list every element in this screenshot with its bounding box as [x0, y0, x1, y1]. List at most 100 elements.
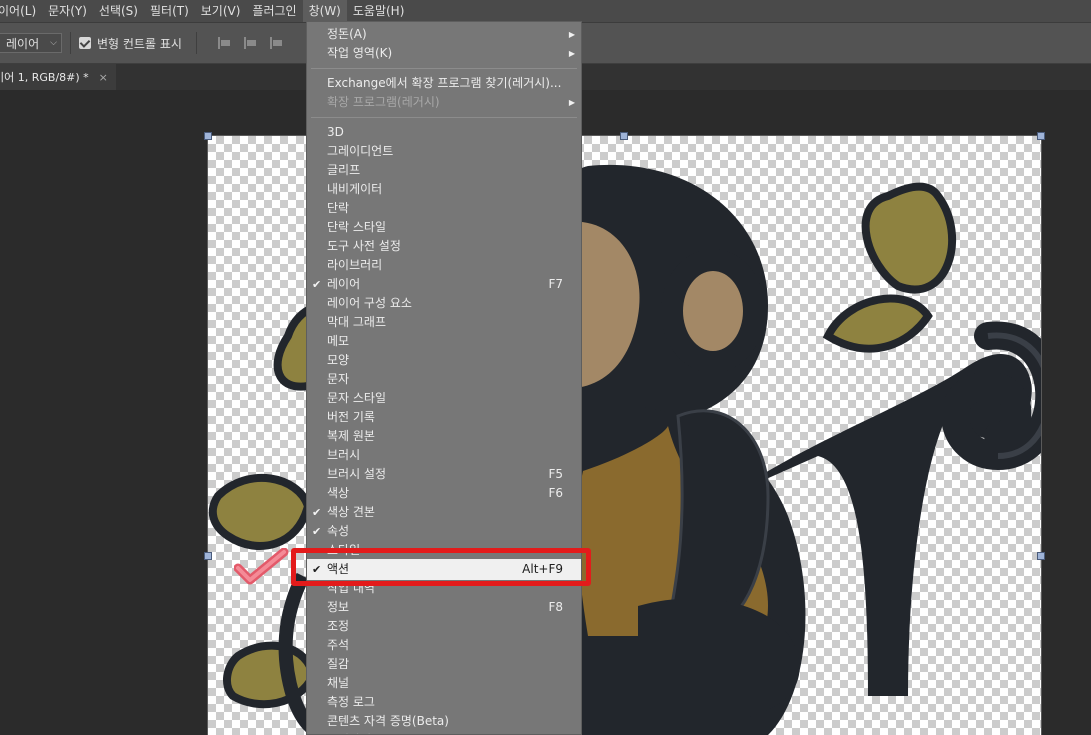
menu-item[interactable]: 색상 F6 [307, 484, 581, 503]
transform-controls-checkbox[interactable] [79, 37, 91, 49]
menu-item-label: 작업 영역(K) [327, 46, 393, 60]
menu-item[interactable]: 문자 [307, 370, 581, 389]
menu-item-label: 내비게이터 [327, 182, 383, 196]
menu-item: 확장 프로그램(레거시) ▶ [307, 93, 581, 112]
menu-item-label: 색상 견본 [327, 505, 375, 519]
menu-item-label: 복제 원본 [327, 429, 375, 443]
menu-item-label: 모양 [327, 353, 350, 367]
checkmark-icon: ✔ [312, 506, 322, 519]
menu-item-label: 문자 [327, 372, 350, 386]
menu-item[interactable]: 주석 [307, 636, 581, 655]
menu-plugins[interactable]: 플러그인 [246, 0, 302, 22]
menu-item[interactable]: ✔ 속성 [307, 522, 581, 541]
menu-item-shortcut: F6 [548, 486, 563, 500]
menu-item[interactable]: 브러시 설정 F5 [307, 465, 581, 484]
menu-item[interactable]: 복제 원본 [307, 427, 581, 446]
submenu-arrow-icon: ▶ [568, 30, 575, 39]
align-left-icon[interactable] [217, 36, 231, 50]
menu-item-label: 확장 프로그램(레거시) [327, 95, 440, 109]
menu-item-label: 레이어 구성 요소 [327, 296, 412, 310]
menu-item-label: 버전 기록 [327, 410, 375, 424]
menu-item[interactable]: 측정 로그 [307, 693, 581, 712]
leaf [822, 294, 933, 353]
submenu-arrow-icon: ▶ [568, 49, 575, 58]
transform-handle[interactable] [204, 132, 212, 140]
document-tab[interactable]: 이어 1, RGB/8#) * × [0, 64, 116, 90]
menu-item-label: 막대 그래프 [327, 315, 387, 329]
menu-item[interactable]: 정돈(A) ▶ [307, 25, 581, 44]
menu-item-label: 단락 [327, 201, 350, 215]
menu-item-label: 조정 [327, 619, 350, 633]
menu-item[interactable]: 모양 [307, 351, 581, 370]
menu-help[interactable]: 도움말(H) [347, 0, 411, 22]
menu-filter[interactable]: 필터(T) [144, 0, 195, 22]
menu-item[interactable]: 레이어 구성 요소 [307, 294, 581, 313]
menu-item[interactable]: 단락 스타일 [307, 218, 581, 237]
menu-item[interactable]: 라이브러리 [307, 256, 581, 275]
menu-item[interactable]: 콘텐츠 자격 증명(Beta) [307, 712, 581, 731]
checkmark-icon: ✔ [312, 525, 322, 538]
menu-window[interactable]: 창(W) [302, 0, 347, 22]
menu-item-label: 라이브러리 [327, 258, 383, 272]
menu-item[interactable]: 메모 [307, 332, 581, 351]
window-menu-dropdown: 정돈(A) ▶ 작업 영역(K) ▶ Exchange에서 확장 프로그램 찾기(레거시… [306, 21, 582, 735]
close-icon[interactable]: × [99, 71, 108, 84]
menu-type[interactable]: 문자(Y) [42, 0, 93, 22]
menu-item[interactable]: 채널 [307, 674, 581, 693]
transform-controls-label: 변형 컨트롤 표시 [97, 36, 182, 51]
menu-item-label: 브러시 [327, 448, 361, 462]
menu-item[interactable]: 조정 [307, 617, 581, 636]
menu-item[interactable]: 브러시 [307, 446, 581, 465]
menu-item-label: 콘텐츠 자격 증명(Beta) [327, 714, 449, 728]
align-center-icon[interactable] [243, 36, 257, 50]
menu-item-label: 질감 [327, 657, 350, 671]
align-right-icon[interactable] [269, 36, 283, 50]
menu-item-label: 레이어 [327, 277, 361, 291]
menu-view[interactable]: 보기(V) [195, 0, 247, 22]
menu-item-label: 도구 사전 설정 [327, 239, 401, 253]
menu-item-label: 브러시 설정 [327, 467, 387, 481]
check-annotation-icon [234, 548, 289, 585]
divider [70, 32, 71, 54]
menu-item[interactable]: 그레이디언트 [307, 142, 581, 161]
menu-item-shortcut: F5 [548, 467, 563, 481]
transform-handle[interactable] [204, 552, 212, 560]
menu-item-label: 3D [327, 125, 344, 139]
menu-item[interactable]: 질감 [307, 655, 581, 674]
transform-handle[interactable] [620, 132, 628, 140]
transform-handle[interactable] [1037, 132, 1045, 140]
chevron-down-icon: ⌵ [50, 38, 57, 48]
menu-separator [311, 117, 577, 118]
menu-item[interactable]: 작업 영역(K) ▶ [307, 44, 581, 63]
menu-item-shortcut: F8 [548, 600, 563, 614]
menu-item[interactable]: 막대 그래프 [307, 313, 581, 332]
menu-item[interactable]: ✔ 레이어 F7 [307, 275, 581, 294]
menu-item[interactable]: Exchange에서 확장 프로그램 찾기(레거시)... [307, 74, 581, 93]
checkmark-icon: ✔ [312, 278, 322, 291]
menu-item[interactable]: 글리프 [307, 161, 581, 180]
menu-item-label: 색상 [327, 486, 350, 500]
menu-item[interactable]: 내비게이터 [307, 180, 581, 199]
menu-item[interactable]: 타임라인 [307, 731, 581, 734]
menu-item[interactable]: ✔ 색상 견본 [307, 503, 581, 522]
menu-item[interactable]: 단락 [307, 199, 581, 218]
menu-item[interactable]: 3D [307, 123, 581, 142]
menu-item[interactable]: 정보 F8 [307, 598, 581, 617]
submenu-arrow-icon: ▶ [568, 98, 575, 107]
auto-select-dropdown[interactable]: 레이어 ⌵ [0, 33, 62, 53]
menu-item-label: 채널 [327, 676, 350, 690]
menu-item-label: 메모 [327, 334, 350, 348]
menu-item-label: 정돈(A) [327, 27, 367, 41]
auto-select-value: 레이어 [6, 36, 40, 51]
menu-select[interactable]: 선택(S) [93, 0, 144, 22]
menu-item-label: 글리프 [327, 163, 361, 177]
menu-item[interactable]: 문자 스타일 [307, 389, 581, 408]
leaf [208, 473, 313, 550]
transform-handle[interactable] [1037, 552, 1045, 560]
menu-item[interactable]: 도구 사전 설정 [307, 237, 581, 256]
menu-item-label: 단락 스타일 [327, 220, 387, 234]
menu-item-shortcut: F7 [548, 277, 563, 291]
document-tab-title: 이어 1, RGB/8#) * [0, 71, 89, 84]
menu-item[interactable]: 버전 기록 [307, 408, 581, 427]
menu-layer[interactable]: 이어(L) [0, 0, 42, 22]
